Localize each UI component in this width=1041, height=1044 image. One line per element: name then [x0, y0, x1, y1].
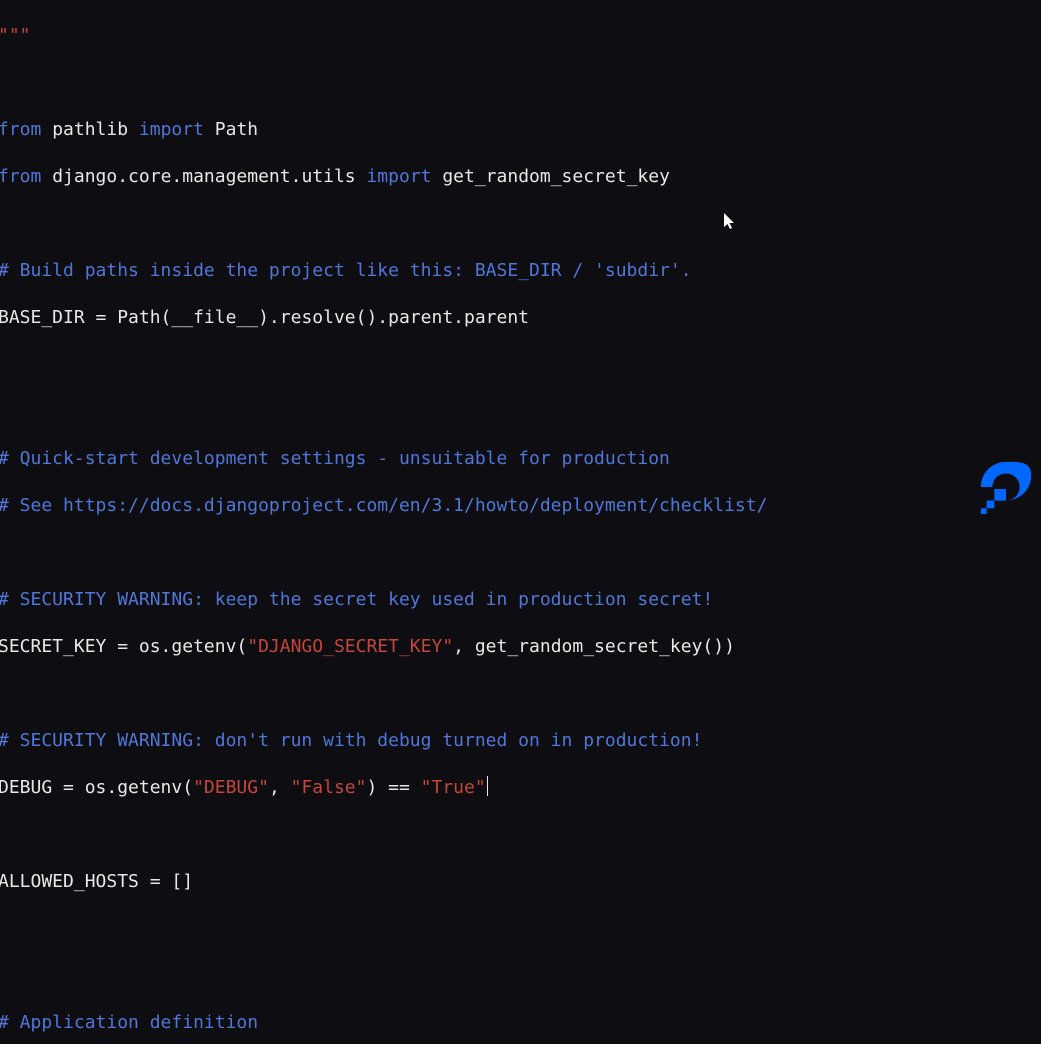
- code-string: "DJANGO_SECRET_KEY": [247, 636, 453, 657]
- code-text: SECRET_KEY = os.getenv(: [0, 636, 247, 657]
- digitalocean-logo-icon: [975, 456, 1037, 518]
- code-text: get_random_secret_key: [432, 166, 670, 187]
- code-text: Path: [204, 119, 258, 140]
- code-text: ).resolve().parent.parent: [258, 307, 529, 328]
- code-text: , get_random_secret_key()): [453, 636, 735, 657]
- code-text: ,: [269, 777, 291, 798]
- code-text: from: [0, 166, 41, 187]
- code-comment: # Build paths inside the project like th…: [0, 260, 692, 281]
- code-text: django.core.management.utils: [41, 166, 366, 187]
- code-comment: # SECURITY WARNING: keep the secret key …: [0, 589, 713, 610]
- code-text: """: [0, 25, 31, 46]
- code-string: "True": [421, 777, 486, 798]
- code-string: "False": [291, 777, 367, 798]
- code-comment: # Quick-start development settings - uns…: [0, 448, 670, 469]
- code-comment: # Application definition: [0, 1012, 258, 1033]
- code-comment: # See https://docs.djangoproject.com/en/…: [0, 495, 767, 516]
- code-text: ALLOWED_HOSTS = []: [0, 871, 193, 892]
- code-text: from: [0, 119, 41, 140]
- code-text: pathlib: [41, 119, 139, 140]
- text-caret: [487, 776, 488, 796]
- code-text: DEBUG = os.getenv(: [0, 777, 193, 798]
- code-text: import: [139, 119, 204, 140]
- code-string: "DEBUG": [193, 777, 269, 798]
- code-text: import: [366, 166, 431, 187]
- code-text: __file__: [171, 307, 258, 328]
- code-comment: # SECURITY WARNING: don't run with debug…: [0, 730, 702, 751]
- code-text: BASE_DIR = Path(: [0, 307, 171, 328]
- code-text: ) ==: [366, 777, 420, 798]
- code-editor[interactable]: """ from pathlib import Path from django…: [0, 0, 1041, 522]
